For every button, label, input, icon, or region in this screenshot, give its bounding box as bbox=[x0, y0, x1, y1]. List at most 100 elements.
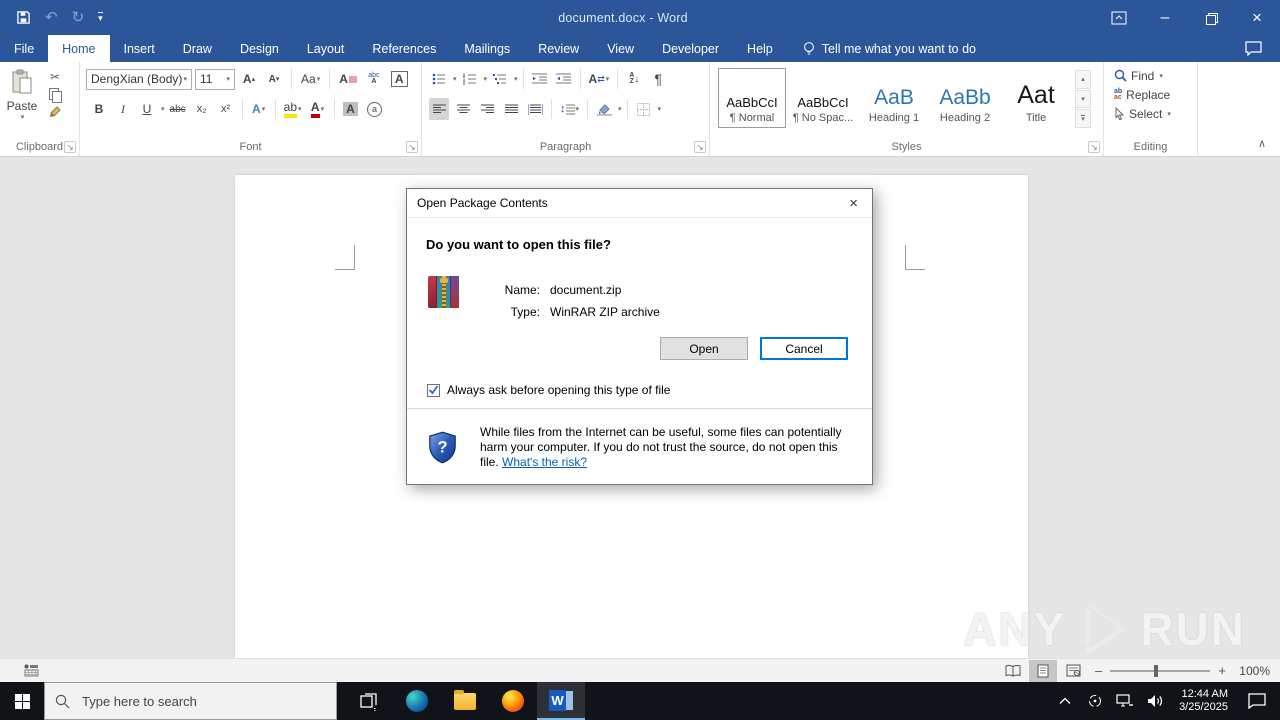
ribbon-display-options-icon[interactable] bbox=[1096, 0, 1142, 35]
shrink-font-button[interactable]: A ▾ bbox=[264, 68, 284, 90]
line-spacing-button[interactable]: ↕ ▾ bbox=[558, 98, 581, 120]
tray-expand-chevron-icon[interactable] bbox=[1053, 682, 1077, 720]
align-center-button[interactable] bbox=[453, 98, 473, 120]
tab-design[interactable]: Design bbox=[226, 35, 293, 62]
tab-draw[interactable]: Draw bbox=[169, 35, 226, 62]
dialog-close-icon[interactable]: × bbox=[845, 195, 862, 212]
distribute-button[interactable] bbox=[525, 98, 545, 120]
styles-scroll-down-icon[interactable]: ▾ bbox=[1075, 89, 1091, 109]
tab-developer[interactable]: Developer bbox=[648, 35, 733, 62]
firefox-taskbar-button[interactable] bbox=[489, 682, 537, 720]
cancel-button[interactable]: Cancel bbox=[760, 337, 848, 360]
cut-icon[interactable]: ✂ bbox=[50, 70, 60, 84]
restore-button[interactable] bbox=[1188, 0, 1234, 35]
tab-view[interactable]: View bbox=[593, 35, 648, 62]
word-taskbar-button[interactable]: W bbox=[537, 682, 585, 720]
change-case-button[interactable]: Aa ▾ bbox=[299, 68, 322, 90]
task-view-button[interactable] bbox=[345, 682, 393, 720]
increase-indent-button[interactable] bbox=[554, 68, 574, 90]
asian-layout-button[interactable]: A ⇄ ▾ bbox=[587, 68, 612, 90]
font-size-combobox[interactable]: 11 ▾ bbox=[195, 68, 235, 90]
tab-help[interactable]: Help bbox=[733, 35, 787, 62]
always-ask-checkbox-row[interactable]: Always ask before opening this type of f… bbox=[427, 383, 670, 397]
style-normal[interactable]: AaBbCcI ¶ Normal bbox=[718, 68, 786, 128]
close-button[interactable]: × bbox=[1234, 0, 1280, 35]
file-explorer-taskbar-button[interactable] bbox=[441, 682, 489, 720]
style-heading-1[interactable]: AaB Heading 1 bbox=[860, 68, 928, 128]
select-button[interactable]: Select ▾ bbox=[1106, 104, 1195, 123]
customize-qat-icon[interactable]: ▾ bbox=[98, 12, 103, 23]
underline-button[interactable]: U bbox=[137, 98, 157, 120]
italic-button[interactable]: I bbox=[113, 98, 133, 120]
numbering-button[interactable] bbox=[460, 68, 480, 90]
style-title[interactable]: Aat Title bbox=[1002, 68, 1070, 128]
shading-button[interactable] bbox=[594, 98, 614, 120]
style-heading-2[interactable]: AaBb Heading 2 bbox=[931, 68, 999, 128]
multilevel-list-button[interactable] bbox=[490, 68, 510, 90]
align-right-button[interactable] bbox=[477, 98, 497, 120]
character-border-button[interactable]: A bbox=[389, 68, 410, 90]
phonetic-guide-button[interactable]: abc A bbox=[364, 68, 384, 90]
action-center-icon[interactable] bbox=[1240, 682, 1274, 720]
web-layout-button[interactable] bbox=[1059, 660, 1087, 682]
clipboard-dialog-launcher[interactable]: ↘ bbox=[64, 141, 76, 153]
styles-more-icon[interactable]: ▾ bbox=[1075, 109, 1091, 129]
enclose-characters-button[interactable]: a bbox=[365, 98, 385, 120]
text-highlight-button[interactable]: ab ▾ bbox=[282, 98, 304, 120]
tell-me-box[interactable]: Tell me what you want to do bbox=[787, 35, 976, 62]
zoom-slider[interactable] bbox=[1110, 664, 1211, 677]
character-shading-button[interactable]: A bbox=[341, 98, 361, 120]
redo-icon[interactable]: ↻ bbox=[72, 10, 85, 25]
strikethrough-button[interactable]: abc bbox=[168, 98, 188, 120]
zoom-out-button[interactable]: – bbox=[1095, 663, 1102, 678]
search-input[interactable] bbox=[80, 692, 300, 710]
tab-home[interactable]: Home bbox=[48, 35, 110, 62]
replace-button[interactable]: ab ac Replace bbox=[1106, 85, 1195, 104]
find-button[interactable]: Find ▾ bbox=[1106, 66, 1195, 85]
tray-sync-icon[interactable] bbox=[1083, 682, 1107, 720]
style-no-spacing[interactable]: AaBbCcI ¶ No Spac... bbox=[789, 68, 857, 128]
whats-the-risk-link[interactable]: What's the risk? bbox=[502, 455, 587, 469]
copy-icon[interactable] bbox=[49, 88, 62, 103]
styles-dialog-launcher[interactable]: ↘ bbox=[1088, 141, 1100, 153]
collapse-ribbon-icon[interactable]: ∧ bbox=[1258, 137, 1266, 150]
align-left-button[interactable] bbox=[429, 98, 449, 120]
feedback-comment-icon[interactable] bbox=[1245, 41, 1262, 56]
bold-button[interactable]: B bbox=[89, 98, 109, 120]
decrease-indent-button[interactable] bbox=[530, 68, 550, 90]
taskbar-clock[interactable]: 12:44 AM 3/25/2025 bbox=[1173, 688, 1234, 714]
clear-formatting-button[interactable]: A bbox=[337, 68, 359, 90]
justify-button[interactable] bbox=[501, 98, 521, 120]
start-button[interactable] bbox=[0, 682, 44, 720]
tab-mailings[interactable]: Mailings bbox=[450, 35, 524, 62]
volume-icon[interactable] bbox=[1143, 682, 1167, 720]
tab-layout[interactable]: Layout bbox=[293, 35, 359, 62]
save-icon[interactable] bbox=[16, 10, 31, 25]
macro-recording-icon[interactable] bbox=[24, 664, 39, 677]
font-name-combobox[interactable]: DengXian (Body) ▾ bbox=[86, 68, 192, 90]
tab-review[interactable]: Review bbox=[524, 35, 593, 62]
grow-font-button[interactable]: A ▴ bbox=[239, 68, 259, 90]
edge-taskbar-button[interactable] bbox=[393, 682, 441, 720]
borders-button[interactable] bbox=[634, 98, 654, 120]
open-button[interactable]: Open bbox=[660, 337, 748, 360]
styles-scroll-up-icon[interactable]: ▴ bbox=[1075, 70, 1091, 89]
print-layout-button[interactable] bbox=[1029, 659, 1058, 682]
superscript-button[interactable]: x² bbox=[216, 98, 236, 120]
tab-file[interactable]: File bbox=[0, 35, 48, 62]
bullets-button[interactable] bbox=[429, 68, 449, 90]
zoom-in-button[interactable]: + bbox=[1218, 663, 1226, 678]
show-hide-pilcrow-button[interactable]: ¶ bbox=[648, 68, 668, 90]
sort-button[interactable]: A Z ↓ bbox=[624, 68, 644, 90]
dialog-title-bar[interactable]: Open Package Contents × bbox=[407, 189, 872, 218]
subscript-button[interactable]: x₂ bbox=[192, 98, 212, 120]
paragraph-dialog-launcher[interactable]: ↘ bbox=[694, 141, 706, 153]
tab-references[interactable]: References bbox=[358, 35, 450, 62]
tab-insert[interactable]: Insert bbox=[110, 35, 169, 62]
taskbar-search-box[interactable] bbox=[44, 682, 337, 720]
undo-icon[interactable]: ↶ bbox=[45, 10, 58, 25]
minimize-button[interactable]: – bbox=[1142, 0, 1188, 35]
always-ask-checkbox[interactable] bbox=[427, 383, 440, 397]
text-effects-button[interactable]: A ▾ bbox=[249, 98, 269, 120]
zoom-slider-thumb[interactable] bbox=[1154, 664, 1159, 677]
